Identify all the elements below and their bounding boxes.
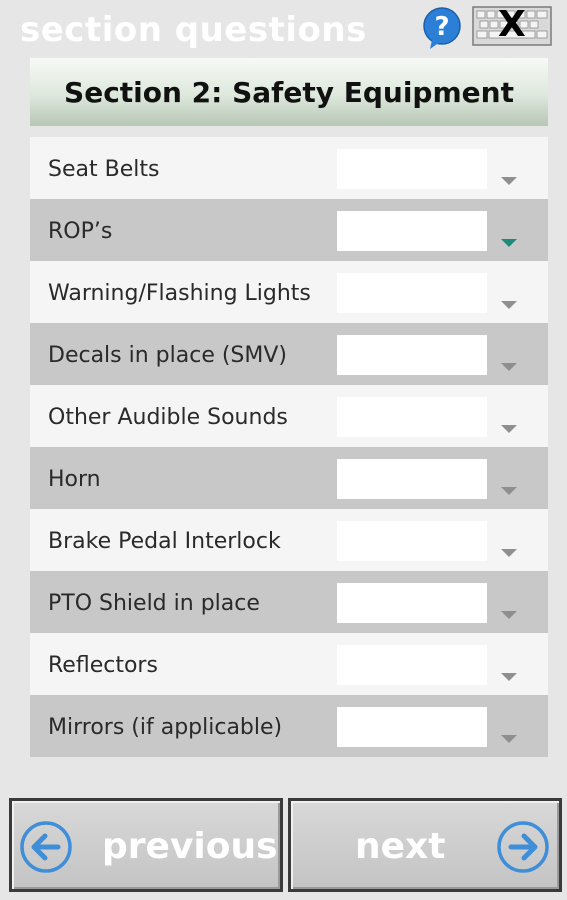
question-label: Seat Belts bbox=[48, 157, 160, 182]
question-row-seat-belts: Seat Belts bbox=[30, 137, 548, 199]
question-label: PTO Shield in place bbox=[48, 591, 260, 616]
chevron-down-icon[interactable] bbox=[501, 239, 517, 247]
arrow-right-icon bbox=[495, 819, 551, 875]
svg-text:?: ? bbox=[434, 12, 449, 42]
question-row-rops: ROP’s bbox=[30, 199, 548, 261]
question-label: Mirrors (if applicable) bbox=[48, 715, 283, 740]
question-row-audible-sounds: Other Audible Sounds bbox=[30, 385, 548, 447]
answer-dropdown[interactable] bbox=[337, 335, 487, 375]
question-row-horn: Horn bbox=[30, 447, 548, 509]
question-label: Horn bbox=[48, 467, 101, 492]
chevron-down-icon[interactable] bbox=[501, 301, 517, 309]
keyboard-close-button[interactable]: X bbox=[472, 4, 552, 46]
question-label: Reflectors bbox=[48, 653, 158, 678]
question-row-brake-interlock: Brake Pedal Interlock bbox=[30, 509, 548, 571]
next-button[interactable]: next bbox=[288, 798, 562, 892]
question-row-decals: Decals in place (SMV) bbox=[30, 323, 548, 385]
question-label: Brake Pedal Interlock bbox=[48, 529, 281, 554]
question-row-pto-shield: PTO Shield in place bbox=[30, 571, 548, 633]
chevron-down-icon[interactable] bbox=[501, 425, 517, 433]
arrow-left-icon bbox=[18, 819, 74, 875]
answer-dropdown[interactable] bbox=[337, 211, 487, 251]
previous-button[interactable]: previous bbox=[9, 798, 283, 892]
question-list: Seat Belts ROP’s Warning/Flashing Lights… bbox=[30, 137, 548, 757]
chevron-down-icon[interactable] bbox=[501, 177, 517, 185]
answer-dropdown[interactable] bbox=[337, 273, 487, 313]
chevron-down-icon[interactable] bbox=[501, 487, 517, 495]
chevron-down-icon[interactable] bbox=[501, 735, 517, 743]
chevron-down-icon[interactable] bbox=[501, 673, 517, 681]
answer-dropdown[interactable] bbox=[337, 397, 487, 437]
chevron-down-icon[interactable] bbox=[501, 363, 517, 371]
section-header: Section 2: Safety Equipment bbox=[30, 58, 548, 126]
question-row-mirrors: Mirrors (if applicable) bbox=[30, 695, 548, 757]
chevron-down-icon[interactable] bbox=[501, 549, 517, 557]
answer-dropdown[interactable] bbox=[337, 583, 487, 623]
app-title: section questions bbox=[20, 10, 367, 50]
question-row-warning-lights: Warning/Flashing Lights bbox=[30, 261, 548, 323]
close-label: X bbox=[498, 4, 526, 45]
chevron-down-icon[interactable] bbox=[501, 611, 517, 619]
answer-dropdown[interactable] bbox=[337, 459, 487, 499]
question-row-reflectors: Reflectors bbox=[30, 633, 548, 695]
question-label: Warning/Flashing Lights bbox=[48, 281, 311, 306]
help-icon[interactable]: ? bbox=[420, 6, 464, 50]
section-title: Section 2: Safety Equipment bbox=[64, 75, 514, 109]
question-label: ROP’s bbox=[48, 219, 113, 244]
top-bar: section questions ? X bbox=[0, 0, 567, 60]
previous-label: previous bbox=[102, 826, 278, 867]
question-label: Other Audible Sounds bbox=[48, 405, 288, 430]
answer-dropdown[interactable] bbox=[337, 521, 487, 561]
next-label: next bbox=[355, 826, 446, 867]
question-label: Decals in place (SMV) bbox=[48, 343, 288, 368]
answer-dropdown[interactable] bbox=[337, 707, 487, 747]
answer-dropdown[interactable] bbox=[337, 149, 487, 189]
answer-dropdown[interactable] bbox=[337, 645, 487, 685]
